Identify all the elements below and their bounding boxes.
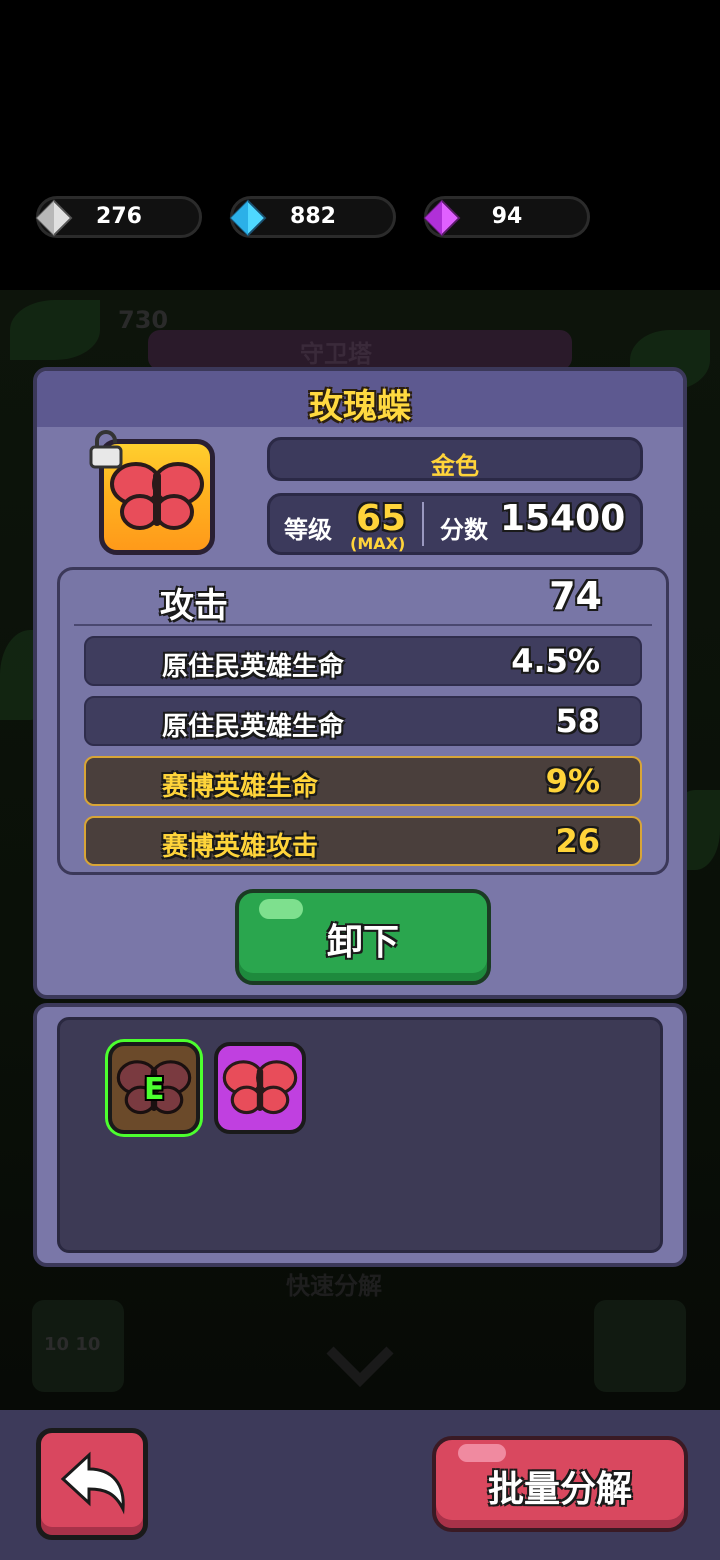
equipped-badge: E [144, 1072, 165, 1107]
main-stat-label: 攻击 [160, 586, 228, 626]
rarity-box: 金色 [267, 437, 643, 481]
attributes-panel: 攻击 74 原住民英雄生命 4.5% 原住民英雄生命 58 赛博英雄生命 9% … [57, 567, 669, 875]
sub-stat-label: 原住民英雄生命 [162, 652, 345, 682]
background-bottom-text: 快速分解 [286, 1272, 382, 1300]
bonus-stat-label: 赛博英雄生命 [162, 772, 319, 802]
currency-diamond-value: 882 [290, 204, 336, 229]
background-counter: 10 10 [44, 1334, 101, 1355]
level-score-box: 等级 65 (MAX) 分数 15400 [267, 493, 643, 555]
bonus-stat-label: 赛博英雄攻击 [162, 832, 319, 862]
batch-decompose-label: 批量分解 [487, 1469, 632, 1510]
unequip-button[interactable]: 卸下 [235, 889, 491, 985]
item-name: 玫瑰蝶 [309, 387, 411, 427]
bonus-stat-row: 赛博英雄生命 9% [84, 756, 642, 806]
inventory-slot-equipped[interactable]: E [108, 1042, 200, 1134]
back-arrow-icon [60, 1451, 125, 1515]
butterfly-icon [222, 1060, 298, 1115]
batch-decompose-button[interactable]: 批量分解 [432, 1436, 688, 1532]
currency-purple-value: 94 [491, 204, 523, 229]
background-title: 守卫塔 [300, 340, 372, 368]
background-slot-right [594, 1300, 686, 1392]
currency-purple: 94 [423, 196, 590, 238]
sub-stat-row: 原住民英雄生命 58 [84, 696, 642, 746]
bottom-bar: 批量分解 [0, 1410, 720, 1560]
lock-icon[interactable] [87, 429, 125, 469]
level-value: 65 [356, 498, 407, 539]
attr-separator [74, 624, 652, 626]
level-max-tag: (MAX) [350, 534, 406, 553]
currency-silver: 276 [35, 196, 202, 238]
chevron-down-icon [326, 1346, 394, 1388]
item-detail-panel: 玫瑰蝶 金色 等级 65 (MAX) 分数 15400 攻击 74 原住民英雄生… [33, 367, 687, 999]
panel-title-bar: 玫瑰蝶 [37, 371, 683, 427]
sub-stat-value: 58 [555, 702, 600, 740]
inventory-slot[interactable] [214, 1042, 306, 1134]
back-button[interactable] [36, 1428, 148, 1540]
score-label: 分数 [440, 516, 488, 544]
bonus-stat-value: 9% [545, 762, 600, 800]
bonus-stat-row: 赛博英雄攻击 26 [84, 816, 642, 866]
sub-stat-value: 4.5% [511, 642, 600, 680]
rarity-label: 金色 [431, 452, 479, 480]
sub-stat-row: 原住民英雄生命 4.5% [84, 636, 642, 686]
currency-silver-value: 276 [96, 204, 142, 229]
leaf-decoration [10, 300, 100, 360]
inventory-grid: E [57, 1017, 663, 1253]
bonus-stat-value: 26 [555, 822, 600, 860]
unequip-button-label: 卸下 [326, 922, 399, 963]
sub-stat-label: 原住民英雄生命 [162, 712, 345, 742]
score-value: 15400 [500, 498, 626, 539]
inventory-panel: E [33, 1003, 687, 1267]
main-stat-value: 74 [549, 574, 602, 618]
currency-diamond: 882 [229, 196, 396, 238]
stat-divider [422, 502, 424, 546]
level-label: 等级 [284, 516, 332, 544]
